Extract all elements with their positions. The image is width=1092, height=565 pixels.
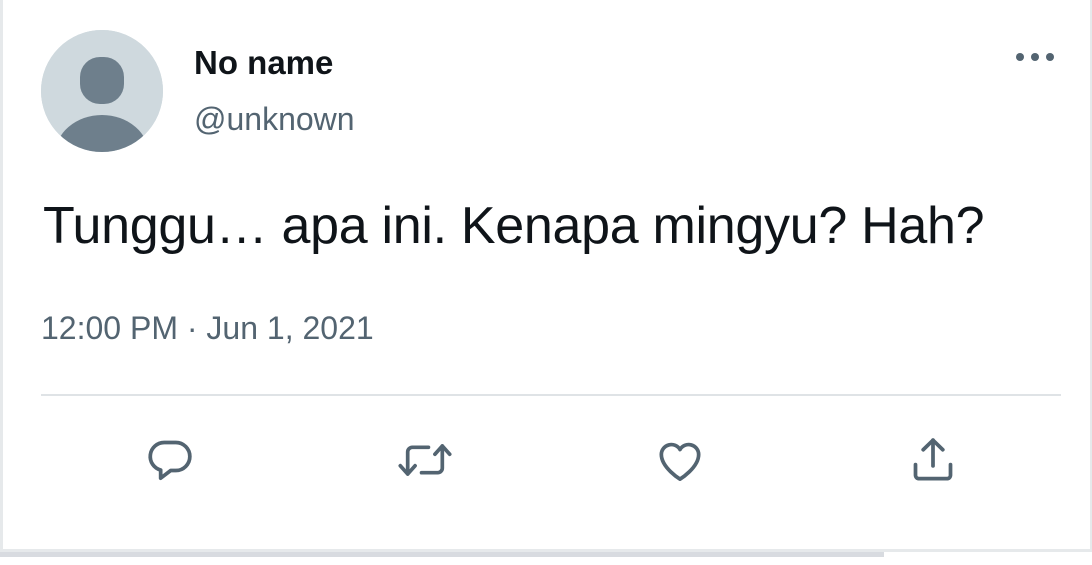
heart-icon xyxy=(659,442,701,481)
retweet-button[interactable] xyxy=(393,428,457,492)
like-button[interactable] xyxy=(648,428,712,492)
share-button[interactable] xyxy=(901,428,965,492)
share-icon xyxy=(913,438,953,481)
avatar[interactable] xyxy=(41,30,163,152)
default-profile-icon xyxy=(41,30,163,152)
tweet-timestamp[interactable]: 12:00 PM · Jun 1, 2021 xyxy=(41,310,374,347)
tweet-date: Jun 1, 2021 xyxy=(206,310,374,346)
tweet-time: 12:00 PM xyxy=(41,310,178,346)
reply-icon xyxy=(148,440,192,481)
user-handle[interactable]: @unknown xyxy=(194,101,355,138)
divider xyxy=(41,394,1061,396)
bottom-edge-shade xyxy=(0,552,884,557)
tweet-card: No name @unknown Tunggu… apa ini. Kenapa… xyxy=(0,0,1092,552)
tweet-text: Tunggu… apa ini. Kenapa mingyu? Hah? xyxy=(43,197,985,255)
more-icon xyxy=(1016,53,1054,61)
timestamp-separator: · xyxy=(186,310,198,346)
reply-button[interactable] xyxy=(138,428,202,492)
retweet-icon xyxy=(398,444,452,476)
more-options-button[interactable] xyxy=(1009,40,1061,74)
display-name[interactable]: No name xyxy=(194,44,333,82)
bottom-edge xyxy=(0,552,1092,565)
